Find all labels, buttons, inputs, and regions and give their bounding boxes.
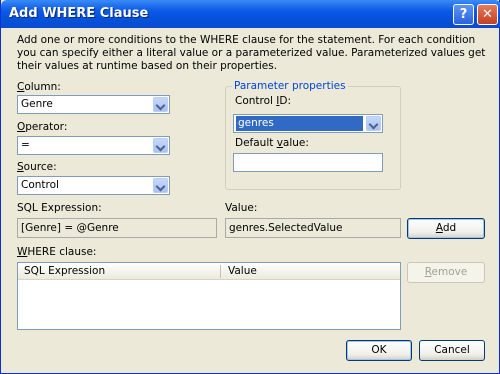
where-clause-list-header: SQL Expression Value <box>18 263 400 280</box>
control-id-label: Control ID: <box>235 95 292 107</box>
add-where-clause-dialog: Add WHERE Clause ? ✕ Add one or more con… <box>0 0 500 374</box>
column-header-sql-expression[interactable]: SQL Expression <box>24 265 105 277</box>
column-dropdown[interactable]: Genre <box>17 95 170 114</box>
sql-expression-field: [Genre] = @Genre <box>17 218 217 238</box>
chevron-down-icon[interactable] <box>366 116 381 131</box>
title-bar: Add WHERE Clause ? ✕ <box>1 0 500 28</box>
column-header-value[interactable]: Value <box>228 265 257 277</box>
help-icon[interactable]: ? <box>453 4 474 25</box>
chevron-down-icon[interactable] <box>153 138 168 153</box>
ok-button[interactable]: OK <box>346 340 412 361</box>
value-label: Value: <box>225 202 258 214</box>
control-id-dropdown[interactable]: genres <box>233 114 383 133</box>
sql-expression-label: SQL Expression: <box>17 202 102 214</box>
chevron-down-icon[interactable] <box>153 178 168 193</box>
sql-expression-value: [Genre] = @Genre <box>21 222 119 234</box>
operator-label: Operator: <box>17 121 68 133</box>
chevron-down-icon[interactable] <box>153 97 168 112</box>
source-dropdown[interactable]: Control <box>17 176 170 195</box>
operator-value: = <box>21 139 30 151</box>
control-id-value: genres <box>236 116 363 131</box>
source-value: Control <box>21 179 59 191</box>
column-label: Column: <box>17 81 61 93</box>
dialog-title: Add WHERE Clause <box>9 6 149 21</box>
column-divider[interactable] <box>220 265 221 278</box>
column-value: Genre <box>21 98 53 110</box>
value-field: genres.SelectedValue <box>225 218 401 238</box>
close-icon[interactable]: ✕ <box>477 4 498 25</box>
where-clause-list[interactable]: SQL Expression Value <box>17 262 401 330</box>
default-value-input[interactable] <box>233 153 383 172</box>
parameter-properties-legend: Parameter properties <box>232 80 348 92</box>
where-clause-label: WHERE clause: <box>17 246 97 258</box>
operator-dropdown[interactable]: = <box>17 136 170 155</box>
default-value-label: Default value: <box>235 137 309 149</box>
remove-button[interactable]: Remove <box>407 262 485 283</box>
add-button[interactable]: Add <box>407 218 485 239</box>
value-field-value: genres.SelectedValue <box>229 222 343 234</box>
cancel-button[interactable]: Cancel <box>419 340 485 361</box>
source-label: Source: <box>17 161 57 173</box>
dialog-description: Add one or more conditions to the WHERE … <box>17 34 486 72</box>
